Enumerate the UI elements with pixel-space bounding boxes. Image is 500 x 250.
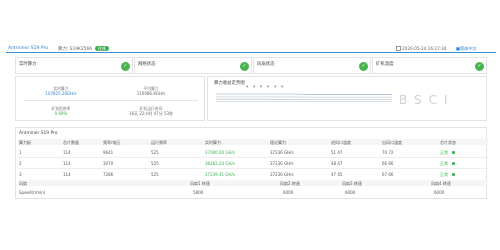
table-cell: 66 66 (382, 161, 394, 166)
board-section-title: Antminer S19 Pro (19, 131, 58, 136)
timestamp: 2020-05-24 16:27:34 (402, 46, 447, 51)
ok-circle-icon: ✓ (240, 62, 249, 71)
chip-status: 正常 (440, 172, 448, 177)
hashrate-chart (216, 93, 392, 102)
status-dot-icon (452, 162, 455, 165)
stat-value-average-hashrate: 110086.8GH/s (136, 91, 166, 96)
stat-divider (24, 100, 198, 101)
table-cell: 37000.00 GH/s (205, 150, 235, 155)
summary-card-label: 实时算力 (19, 62, 37, 67)
table-cell: 114 (63, 172, 71, 177)
status-dot-icon (452, 151, 455, 154)
stats-panel: 实时算力 107825.20GH/s 平均算力 110086.8GH/s 矿池拒… (15, 76, 205, 121)
speed-label: Speed(r/min) (19, 190, 46, 195)
summary-card-label: 矿机温度 (376, 62, 394, 67)
fan-speed: 5800 (193, 190, 204, 195)
ok-circle-icon: ✓ (475, 62, 484, 71)
table-cell: 525 (151, 150, 159, 155)
column-header: 芯片数量 (63, 140, 79, 145)
stat-value-reject-rate: 0.69% (54, 111, 68, 116)
table-cell: 37236 GH/s (270, 172, 294, 177)
column-header: 芯片状态 (440, 140, 456, 145)
table-cell: 51 47 (331, 150, 343, 155)
table-cell: 70 72 (382, 150, 394, 155)
table-cell: 114 (63, 161, 71, 166)
table-header (18, 139, 488, 145)
chip-status: 正常 (440, 150, 448, 155)
fan-speed: 6000 (283, 190, 294, 195)
summary-card-label: 风扇状态 (257, 62, 275, 67)
bsci-watermark: BSCI (399, 93, 455, 107)
fan-label: 风扇 (19, 181, 27, 186)
table-cell: 47 45 (331, 172, 343, 177)
hashrate-chart-panel: 算力收益走势图 ■ ■ ■ ■ ■ ■ BSCI (207, 76, 487, 121)
table-cell: 37236 GH/s (270, 161, 294, 166)
column-header: 运行频率 (151, 140, 167, 145)
status-dot-icon (452, 173, 455, 176)
miner-model-label: 算力: S19K2566 (58, 47, 93, 52)
column-header: 实时算力 (205, 140, 221, 145)
fan-name: 风扇1 转速 (190, 181, 210, 186)
table-cell: 2 (19, 161, 22, 166)
table-cell: 1 (19, 150, 22, 155)
table-cell: 3070 (103, 161, 114, 166)
device-model-link[interactable]: Antminer S19 Pro (8, 46, 48, 51)
online-status-badge: 在线 (95, 46, 109, 51)
chip-status: 正常 (440, 161, 448, 166)
ok-circle-icon: ✓ (359, 62, 368, 71)
language-selector[interactable]: ■简体中文 (456, 46, 477, 52)
fan-speed: 6000 (345, 190, 356, 195)
fan-name: 风扇4 转速 (431, 181, 451, 186)
fan-speed: 6000 (434, 190, 445, 195)
table-cell: 3 (19, 172, 22, 177)
summary-card-network: 网络状态 ✓ (134, 57, 252, 74)
table-cell: 48 47 (331, 161, 343, 166)
summary-card-fan: 风扇状态 ✓ (253, 57, 371, 74)
table-cell: 525 (151, 172, 159, 177)
column-header: 进风口温度 (331, 140, 351, 145)
table-cell: 37236 GH/s (270, 150, 294, 155)
column-header: 理论算力 (270, 140, 286, 145)
table-cell: 114 (63, 150, 71, 155)
table-cell: 37239.41 GH/s (205, 172, 235, 177)
table-cell: 525 (151, 161, 159, 166)
fan-name: 风扇2 转速 (280, 181, 300, 186)
column-header: 出风口温度 (382, 140, 402, 145)
summary-card-hashrate: 实时算力 ✓ (15, 57, 133, 74)
ok-circle-icon: ✓ (121, 62, 130, 71)
column-header: 算力板 (19, 140, 31, 145)
table-cell: 67 66 (382, 172, 394, 177)
stat-value-realtime-hashrate: 107825.20GH/s (45, 91, 77, 96)
table-cell: 36482.24 GH/s (205, 161, 235, 166)
table-cell: 9641 (103, 150, 114, 155)
clock-icon (396, 46, 401, 51)
chart-title: 算力收益走势图 (214, 81, 245, 86)
summary-card-label: 网络状态 (138, 62, 156, 67)
table-cell: 7286 (103, 172, 114, 177)
fan-header-row (18, 180, 488, 186)
column-header: 频率/电压 (103, 140, 121, 145)
stat-value-uptime: 16天 22小时 47分 53秒 (128, 111, 174, 116)
board-table-panel: Antminer S19 Pro (15, 127, 487, 199)
fan-name: 风扇3 转速 (342, 181, 362, 186)
summary-card-temperature: 矿机温度 ✓ (372, 57, 487, 74)
